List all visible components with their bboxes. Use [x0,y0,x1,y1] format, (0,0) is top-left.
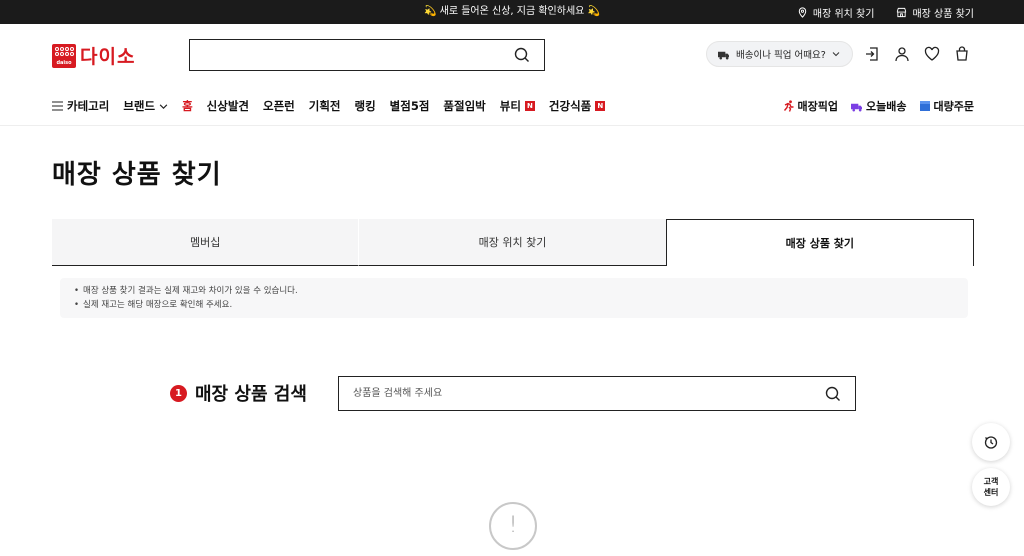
delivery-truck-icon [851,103,863,111]
page-title: 매장 상품 찾기 [52,160,222,190]
header-icon-group [864,46,970,62]
notice-item: 매장 상품 찾기 결과는 실제 재고와 차이가 있을 수 있습니다. [74,284,954,298]
logo-sub-text: daiso [56,59,72,66]
nav-label: 브랜드 [123,99,156,113]
delivery-truck-icon [718,51,729,59]
nav-right-label: 매장픽업 [797,100,839,113]
step-number-badge: 1 [170,385,187,402]
nav-item-beauty[interactable]: 뷰티 N [500,98,535,114]
nav-label: 카테고리 [67,99,110,113]
cart-icon[interactable] [954,46,970,62]
search-section-title: 매장 상품 검색 [195,384,307,405]
site-header: daiso 다이소 배송이나 픽업 어때요? [0,24,1024,86]
nav-item-new[interactable]: 신상발견 [207,98,249,114]
login-icon[interactable] [864,46,880,62]
customer-center-label: 고객 센터 [983,477,999,497]
store-product-search-section: 1 매장 상품 검색 [170,376,870,412]
nav-label: 기획전 [308,99,341,113]
main-navigation: 카테고리 브랜드 홈 신상발견 오픈런 기획전 랭킹 별점5점 품절임박 뷰티 … [0,86,1024,126]
top-announcement-bar: 💫 새로 들어온 신상, 지금 확인하세요 💫 매장 위치 찾기 매장 상품 찾… [0,0,1024,24]
tab-store-product[interactable]: 매장 상품 찾기 [665,219,974,266]
nav-item-promotion[interactable]: 기획전 [309,98,341,114]
nav-label: 뷰티 [499,99,521,113]
global-search-box [189,39,545,71]
new-badge: N [524,101,535,111]
running-person-icon [783,100,794,112]
store-product-link[interactable]: 매장 상품 찾기 [896,5,974,20]
new-badge: N [595,101,606,111]
hamburger-icon [52,101,63,111]
nav-item-health-food[interactable]: 건강식품 N [548,98,606,114]
nav-label: 품절임박 [443,99,486,113]
nav-right-label: 오늘배송 [866,100,907,113]
logo-text: 다이소 [80,46,136,68]
exclamation-icon: ! [489,502,537,550]
box-icon [919,101,930,111]
nav-today-delivery[interactable]: 오늘배송 [850,98,907,114]
store-icon [897,7,907,17]
nav-left: 카테고리 브랜드 홈 신상발견 오픈런 기획전 랭킹 별점5점 품절임박 뷰티 … [52,86,619,126]
store-location-label: 매장 위치 찾기 [812,8,875,20]
tab-store-location[interactable]: 매장 위치 찾기 [358,219,666,266]
nav-label: 오픈런 [263,99,295,113]
delivery-pickup-selector[interactable]: 배송이나 픽업 어때요? [706,41,853,67]
notice-item: 실제 재고는 해당 매장으로 확인해 주세요. [74,298,954,312]
nav-label: 건강식품 [548,99,592,113]
delivery-pill-label: 배송이나 픽업 어때요? [736,50,826,61]
nav-label: 별점5점 [389,99,430,113]
nav-item-openrun[interactable]: 오픈런 [263,98,295,114]
recent-history-button[interactable] [972,423,1010,461]
nav-item-soldout-soon[interactable]: 품절임박 [443,98,485,114]
user-icon[interactable] [894,46,910,62]
nav-right: 매장픽업 오늘배송 대량주문 [783,86,974,126]
history-clock-icon [984,436,998,449]
chevron-down-icon [832,52,840,57]
heart-icon[interactable] [924,46,940,62]
nav-item-brand[interactable]: 브랜드 [123,98,168,114]
nav-store-pickup[interactable]: 매장픽업 [783,98,838,114]
location-pin-icon [798,6,807,18]
logo-mark: daiso [52,43,76,68]
search-icon[interactable] [825,386,841,402]
chevron-down-icon [159,103,168,109]
store-location-link[interactable]: 매장 위치 찾기 [797,5,875,20]
nav-label: 신상발견 [206,99,249,113]
global-search-input[interactable] [190,40,500,70]
nav-bulk-order[interactable]: 대량주문 [919,98,974,114]
nav-label: 홈 [182,99,193,113]
daiso-logo[interactable]: daiso 다이소 [52,42,135,69]
nav-right-label: 대량주문 [933,100,974,113]
nav-item-home[interactable]: 홈 [182,98,193,114]
nav-item-category[interactable]: 카테고리 [52,98,109,114]
top-links: 매장 위치 찾기 매장 상품 찾기 [797,0,974,24]
search-icon[interactable] [514,47,530,63]
product-search-input[interactable] [339,377,809,410]
tab-membership[interactable]: 멤버십 [52,219,359,266]
notice-box: 매장 상품 찾기 결과는 실제 재고와 차이가 있을 수 있습니다. 실제 재고… [60,278,968,318]
nav-item-ranking[interactable]: 랭킹 [355,98,376,114]
nav-label: 랭킹 [354,99,376,113]
store-tabs: 멤버십 매장 위치 찾기 매장 상품 찾기 [52,219,974,266]
product-search-box [338,376,856,411]
store-product-label: 매장 상품 찾기 [912,8,974,20]
nav-item-5star[interactable]: 별점5점 [390,98,430,114]
customer-center-button[interactable]: 고객 센터 [972,468,1010,506]
